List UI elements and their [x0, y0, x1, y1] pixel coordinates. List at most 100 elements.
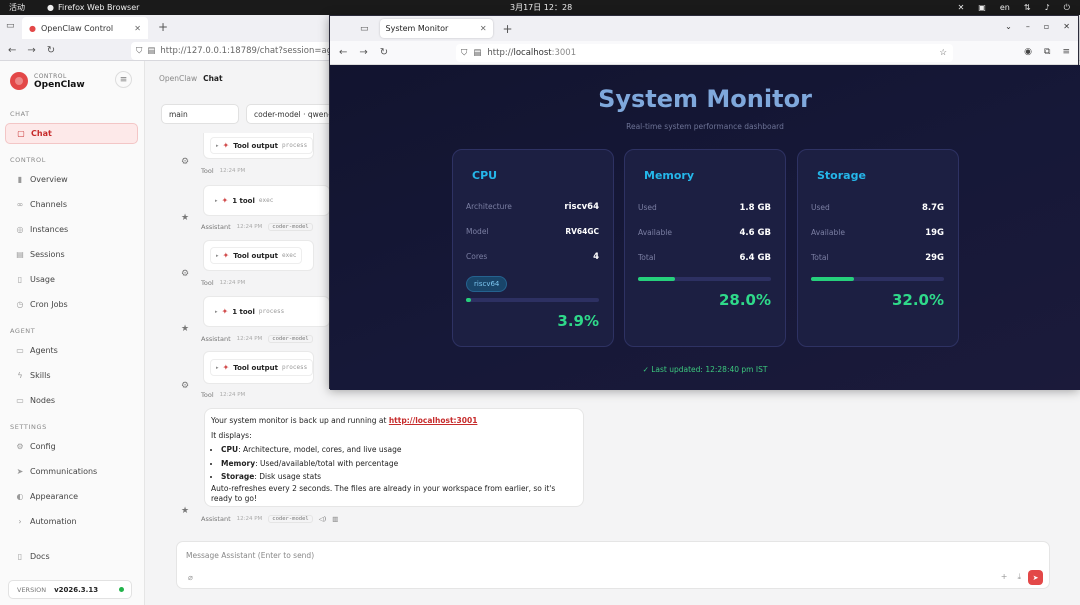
list-item-text: : Disk usage stats	[254, 472, 322, 481]
sidebar-item-instances[interactable]: ◎ Instances	[5, 219, 138, 240]
stat-value: 4.6 GB	[739, 228, 771, 238]
tool-output-row[interactable]: ▸ ✦ Tool output process	[210, 137, 313, 154]
sidebar-item-nodes[interactable]: ▭ Nodes	[5, 390, 138, 411]
speaker-icon[interactable]: ◁)	[319, 515, 327, 523]
close-x-icon[interactable]: ✕	[958, 3, 965, 12]
sidebar-item-config[interactable]: ⚙ Config	[5, 436, 138, 457]
firefox-icon: ●	[47, 3, 54, 12]
tool-output-row[interactable]: ▸ ✦ Tool output exec	[210, 247, 303, 264]
close-window-icon[interactable]: ✕	[1063, 22, 1070, 31]
activities-button[interactable]: 活动	[9, 2, 25, 13]
message-displays: It displays:	[211, 430, 252, 440]
active-app-menu[interactable]: ● Firefox Web Browser	[47, 3, 139, 12]
account-icon[interactable]: ◉	[1024, 47, 1032, 57]
tool-output-card[interactable]: ▸ ✦ Tool output exec	[203, 240, 314, 271]
sidebar-item-label: Instances	[30, 225, 69, 234]
attach-icon[interactable]: ⌀	[188, 573, 193, 582]
sidebar-item-overview[interactable]: ▮ Overview	[5, 169, 138, 190]
maximize-icon[interactable]: ▫	[1044, 22, 1049, 31]
reload-icon[interactable]: ↻	[380, 47, 388, 58]
reload-icon[interactable]: ↻	[47, 45, 55, 56]
new-tab-button[interactable]: +	[158, 20, 168, 34]
tab-system-monitor[interactable]: System Monitor ✕	[379, 19, 493, 38]
forward-icon[interactable]: →	[359, 47, 367, 58]
power-icon[interactable]: ⏻	[1064, 3, 1070, 13]
sidebar-item-usage[interactable]: ▯ Usage	[5, 269, 138, 290]
volume-icon[interactable]: ♪	[1045, 3, 1050, 12]
session-select[interactable]: main	[161, 104, 239, 124]
back-icon[interactable]: ←	[8, 45, 16, 56]
clock[interactable]: 3月17日 12：28	[510, 2, 572, 13]
book-icon: ▯	[17, 552, 23, 561]
close-tab-icon[interactable]: ✕	[480, 24, 487, 33]
terminal-icon: ›	[18, 517, 22, 526]
usage-fill	[638, 277, 676, 281]
menu-icon[interactable]: ≡	[1062, 47, 1070, 57]
sidebar-item-label: Appearance	[30, 492, 79, 501]
sidebar-item-label: Automation	[30, 517, 77, 526]
tool-call-row[interactable]: ▸ ✦ 1 tool process	[210, 304, 289, 319]
tab-openclaw-control[interactable]: ● OpenClaw Control ✕	[22, 17, 148, 39]
trash-icon[interactable]: ▥	[332, 515, 338, 523]
close-tab-icon[interactable]: ✕	[134, 24, 141, 33]
send-button[interactable]: ➤	[1028, 570, 1043, 585]
usage-fill	[811, 277, 854, 281]
tool-call-card[interactable]: ▸ ✦ 1 tool exec	[203, 185, 330, 216]
back-icon[interactable]: ←	[339, 47, 347, 58]
tool-output-card[interactable]: ▸ ✦ Tool output process	[203, 133, 314, 159]
sidebar-item-sessions[interactable]: ▤ Sessions	[5, 244, 138, 265]
chat-icon: ▢	[17, 129, 25, 138]
monitor-link[interactable]: http://localhost:3001	[389, 416, 478, 425]
screenshot-icon[interactable]: ▣	[978, 3, 986, 12]
sidebar-item-cron-jobs[interactable]: ◷ Cron Jobs	[5, 294, 138, 315]
clock-icon: ◷	[16, 300, 24, 309]
brand-name: OpenClaw	[34, 79, 85, 90]
sidebar-item-automation[interactable]: › Automation	[5, 511, 138, 532]
download-icon[interactable]: ⤓	[1017, 572, 1021, 582]
plus-icon[interactable]: +	[1001, 572, 1008, 582]
list-item-bold: CPU	[221, 445, 239, 454]
page-info-icon[interactable]: ▤	[473, 48, 481, 58]
bookmark-star-icon[interactable]: ☆	[939, 48, 947, 58]
tool-output-card[interactable]: ▸ ✦ Tool output process	[203, 351, 314, 384]
message-composer[interactable]: Message Assistant (Enter to send) ⌀ + ⤓ ➤	[176, 541, 1050, 589]
timestamp: 12:24 PM	[236, 224, 263, 230]
extensions-icon[interactable]: ⧉	[1044, 47, 1050, 57]
sidebar-item-docs[interactable]: ▯ Docs	[5, 546, 138, 567]
language-indicator[interactable]: en	[1000, 3, 1010, 12]
page-info-icon[interactable]: ▤	[147, 46, 155, 56]
minimize-icon[interactable]: –	[1026, 22, 1030, 31]
list-item: Storage: Disk usage stats	[221, 472, 577, 483]
sidebar-item-channels[interactable]: ∞ Channels	[5, 194, 138, 215]
new-tab-button[interactable]: +	[503, 22, 513, 36]
address-bar[interactable]: ⛉ ▤ http://localhost:3001 ☆	[456, 44, 953, 62]
radio-icon: ◎	[16, 225, 24, 234]
stat-row: Used 8.7G	[811, 203, 944, 213]
message-meta: Tool 12:24 PM	[201, 167, 245, 175]
url-scheme: http://	[487, 48, 514, 58]
network-icon[interactable]: ⇅	[1024, 3, 1031, 12]
sidebar-item-skills[interactable]: ϟ Skills	[5, 365, 138, 386]
sidebar-item-appearance[interactable]: ◐ Appearance	[5, 486, 138, 507]
tool-call-card[interactable]: ▸ ✦ 1 tool process	[203, 296, 330, 327]
composer-placeholder[interactable]: Message Assistant (Enter to send)	[186, 551, 314, 560]
tab-overview-icon[interactable]: ▭	[6, 21, 15, 31]
send-icon: ➤	[16, 467, 24, 476]
stat-value: riscv64	[564, 202, 599, 212]
tab-overview-icon[interactable]: ▭	[360, 24, 369, 34]
forward-icon[interactable]: →	[27, 45, 35, 56]
sender-label: Assistant	[201, 223, 231, 231]
usage-percent: 28.0%	[718, 291, 771, 309]
collapse-sidebar-button[interactable]: ≡	[115, 71, 132, 88]
sidebar-item-communications[interactable]: ➤ Communications	[5, 461, 138, 482]
address-bar[interactable]: ⛉ ▤ http://127.0.0.1:18789/chat?session=…	[131, 42, 331, 60]
breadcrumb-parent[interactable]: OpenClaw	[159, 74, 197, 83]
tab-list-icon[interactable]: ⌄	[1005, 22, 1012, 31]
tool-output-row[interactable]: ▸ ✦ Tool output process	[210, 359, 313, 376]
stat-row: Total 6.4 GB	[638, 253, 771, 263]
front-tab-strip: ▭ System Monitor ✕ + ⌄ – ▫ ✕	[330, 16, 1078, 41]
tool-call-row[interactable]: ▸ ✦ 1 tool exec	[210, 193, 278, 208]
last-updated: ✓ Last updated: 12:28:40 pm IST	[642, 365, 768, 374]
sidebar-item-agents[interactable]: ▭ Agents	[5, 340, 138, 361]
sidebar-item-chat[interactable]: ▢ Chat	[5, 123, 138, 144]
